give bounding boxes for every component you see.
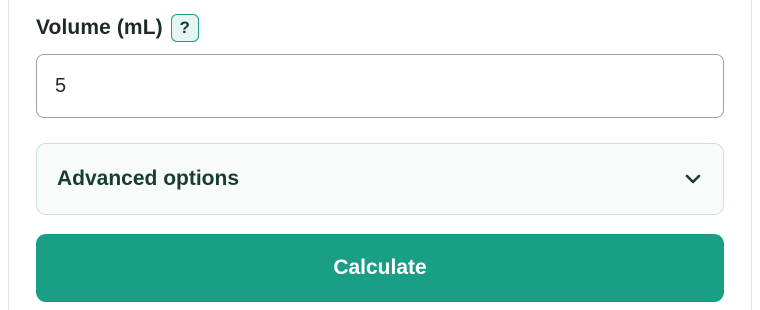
page: Volume (mL) ? Advanced options Calculate xyxy=(0,0,760,310)
volume-label-row: Volume (mL) ? xyxy=(36,12,199,44)
advanced-options-label: Advanced options xyxy=(57,167,240,190)
volume-help-icon[interactable]: ? xyxy=(170,14,199,42)
calculate-button[interactable]: Calculate xyxy=(36,234,724,302)
volume-input[interactable] xyxy=(36,54,724,118)
chevron-down-icon xyxy=(683,169,703,189)
volume-label: Volume (mL) xyxy=(36,16,163,39)
advanced-options-toggle[interactable]: Advanced options xyxy=(36,143,724,215)
